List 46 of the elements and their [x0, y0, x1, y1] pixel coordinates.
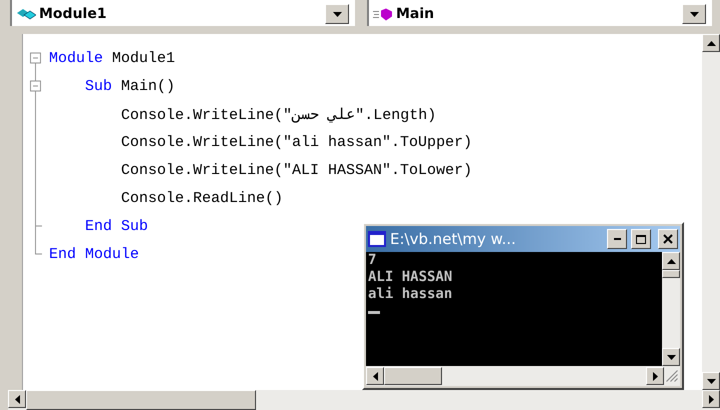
right-arrow-icon [652, 372, 658, 380]
scroll-thumb[interactable] [26, 390, 256, 410]
close-button[interactable] [658, 229, 678, 249]
cursor-icon [368, 311, 380, 314]
left-arrow-icon [372, 372, 378, 380]
code-line: Console.WriteLine("ali hassan".ToUpper) [120, 134, 472, 150]
console-line: ALI HASSAN [368, 269, 454, 286]
scroll-left-button[interactable] [366, 367, 384, 385]
code-line: End Module [49, 246, 140, 262]
scroll-down-button[interactable] [702, 372, 720, 390]
scroll-up-button[interactable] [662, 252, 680, 270]
code-line: Console.ReadLine() [120, 190, 284, 206]
code-line: Console.WriteLine("علي حسن".Length) [120, 106, 436, 124]
method-icon [373, 8, 393, 20]
up-arrow-icon [706, 40, 716, 46]
resize-grip-icon[interactable] [666, 370, 678, 382]
close-icon [663, 234, 673, 244]
dropdown[interactable]: Module1 [10, 0, 355, 26]
window-icon [368, 231, 386, 247]
window-title: E:\vb.net\my w... [390, 230, 517, 248]
scroll-right-button[interactable] [646, 367, 664, 385]
console-line: ali hassan [368, 286, 454, 303]
code-line: Console.WriteLine("ALI HASSAN".ToLower) [120, 162, 472, 178]
minimize-button[interactable] [607, 229, 627, 249]
code-line: End Sub [84, 218, 148, 234]
code-line: Sub Main() [84, 78, 176, 94]
right-arrow-icon [708, 394, 714, 404]
scroll-down-button[interactable] [662, 348, 680, 366]
scroll-left-button[interactable] [8, 390, 26, 408]
scroll-thumb[interactable] [384, 367, 442, 385]
scroll-right-button[interactable] [702, 390, 720, 408]
dropdown-label: Module1 [39, 6, 108, 22]
up-arrow-icon [666, 258, 676, 264]
module-icon [16, 8, 36, 20]
console-line: 7 [368, 252, 378, 269]
down-arrow-icon [706, 378, 716, 384]
dropdown-label: Main [396, 6, 436, 22]
scroll-up-button[interactable] [702, 34, 720, 52]
dropdown[interactable]: Main [367, 0, 712, 26]
scroll-thumb[interactable] [662, 270, 680, 278]
minimize-icon [614, 238, 620, 240]
code-line: Module Module1 [49, 50, 176, 66]
down-arrow-icon [666, 354, 676, 360]
left-arrow-icon [14, 394, 20, 404]
maximize-icon [636, 234, 646, 244]
maximize-button[interactable] [631, 229, 651, 249]
